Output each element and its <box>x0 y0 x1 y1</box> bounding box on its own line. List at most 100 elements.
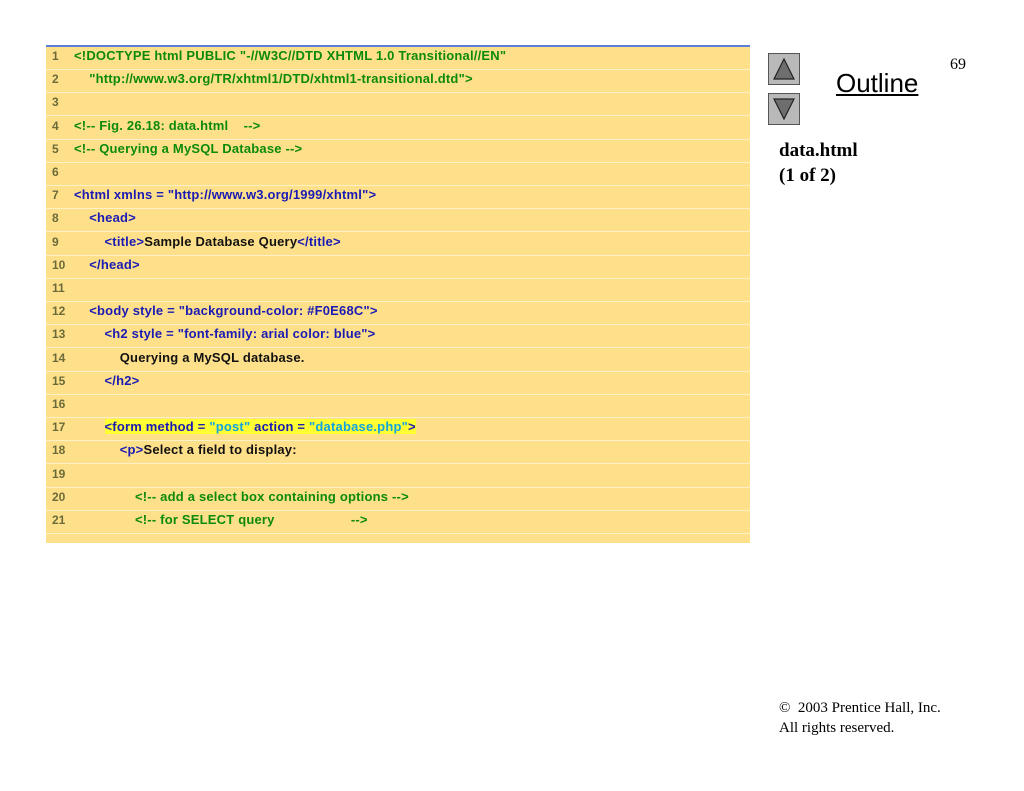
code-line: 11 <box>46 279 750 302</box>
code-token: <!-- add a select box containing options… <box>74 488 409 504</box>
code-line: 6 <box>46 163 750 186</box>
line-number: 1 <box>52 49 59 63</box>
code-line: 3 <box>46 93 750 117</box>
copyright-line-1: 2003 Prentice Hall, Inc. <box>797 700 941 716</box>
code-token: "background-color: #F0E68C" <box>178 303 370 319</box>
line-number: 20 <box>52 489 66 504</box>
code-line: 16 <box>46 395 750 418</box>
code-text: <!-- for SELECT query --> <box>74 512 368 527</box>
line-number: 14 <box>52 350 66 365</box>
code-token: <body style = <box>74 303 179 319</box>
code-text: Querying a MySQL database. <box>74 350 305 365</box>
code-text: <!-- add a select box containing options… <box>74 489 409 504</box>
code-token: <!-- for SELECT query --> <box>74 512 368 527</box>
code-text: <!-- Querying a MySQL Database --> <box>74 141 302 156</box>
code-line: 19 <box>46 465 750 488</box>
code-token: <h2 style = <box>74 326 178 342</box>
code-token: <!-- Querying a MySQL Database --> <box>74 140 303 156</box>
code-text: </head> <box>74 257 140 272</box>
code-text: <head> <box>74 210 136 225</box>
code-token: </title> <box>297 233 341 249</box>
code-text: "http://www.w3.org/TR/xhtml1/DTD/xhtml1-… <box>74 71 473 86</box>
code-line: 12 <body style = "background-color: #F0E… <box>46 302 750 326</box>
code-text: <html xmlns = "http://www.w3.org/1999/xh… <box>74 187 376 202</box>
triangle-up-icon <box>773 57 795 80</box>
copyright-notice: © 2003 Prentice Hall, Inc. All rights re… <box>779 698 941 738</box>
line-number: 5 <box>52 141 59 156</box>
line-number: 3 <box>52 95 59 110</box>
code-token: </head> <box>74 256 140 272</box>
code-line: 20 <!-- add a select box containing opti… <box>46 488 750 511</box>
code-line: 10 </head> <box>46 256 750 279</box>
code-text: <!-- Fig. 26.18: data.html --> <box>74 118 260 133</box>
code-token: "http://www.w3.org/TR/xhtml1/DTD/xhtml1-… <box>74 71 473 87</box>
next-slide-button[interactable] <box>768 93 800 125</box>
code-token: </h2> <box>74 372 140 388</box>
line-number: 16 <box>52 397 66 411</box>
line-number: 13 <box>52 327 66 342</box>
code-line: 5 <!-- Querying a MySQL Database --> <box>46 140 750 163</box>
code-token: > <box>367 326 376 342</box>
line-number: 10 <box>52 257 66 272</box>
copyright-line-2: All rights reserved. <box>779 720 895 736</box>
code-text: <body style = "background-color: #F0E68C… <box>74 303 378 318</box>
line-number: 17 <box>52 420 66 435</box>
code-token: Select a field to display: <box>143 442 297 458</box>
code-token: "http://www.w3.org/1999/xhtml" <box>167 187 369 203</box>
code-token: <!DOCTYPE html PUBLIC "-//W3C//DTD XHTML… <box>74 48 507 63</box>
code-token: Sample Database Query <box>144 233 298 249</box>
code-token: <html xmlns = <box>74 187 168 203</box>
outline-link[interactable]: Outline <box>836 68 918 99</box>
line-number: 4 <box>52 118 59 133</box>
code-line: 15 </h2> <box>46 372 750 395</box>
page-number: 69 <box>950 56 966 73</box>
code-token: <title> <box>74 233 145 249</box>
code-line: 14 Querying a MySQL database. <box>46 349 750 372</box>
code-line: 17 <form method = "post" action = "datab… <box>46 418 750 442</box>
code-line: 1 <!DOCTYPE html PUBLIC "-//W3C//DTD XHTM… <box>46 47 750 70</box>
line-number: 2 <box>52 72 59 87</box>
file-name-label: data.html <box>779 140 858 161</box>
copyright-symbol: © <box>779 700 791 716</box>
line-number: 9 <box>52 234 59 249</box>
code-line: 13 <h2 style = "font-family: arial color… <box>46 325 750 349</box>
code-token: > <box>407 419 416 435</box>
code-token: <form method = <box>104 419 210 435</box>
code-token: <p> <box>74 442 144 458</box>
code-line: 8 <head> <box>46 209 750 233</box>
line-number: 21 <box>52 513 66 527</box>
line-number: 19 <box>52 466 66 481</box>
code-text: <form method = "post" action = "database… <box>74 419 416 435</box>
code-text: <p>Select a field to display: <box>74 442 297 457</box>
line-number: 18 <box>52 443 66 458</box>
previous-slide-button[interactable] <box>768 53 800 85</box>
line-number: 12 <box>52 304 66 319</box>
code-text: <h2 style = "font-family: arial color: b… <box>74 326 375 341</box>
code-line: 18 <p>Select a field to display: <box>46 441 750 465</box>
line-number: 6 <box>52 165 59 179</box>
code-token: Querying a MySQL database. <box>74 349 305 365</box>
file-part-label: (1 of 2) <box>779 165 836 186</box>
code-line: 4 <!-- Fig. 26.18: data.html --> <box>46 117 750 140</box>
line-number: 7 <box>52 188 59 203</box>
code-token: <!-- Fig. 26.18: data.html --> <box>74 117 261 133</box>
code-token: <head> <box>74 210 136 226</box>
line-number: 15 <box>52 373 66 388</box>
code-token: "post" <box>209 419 251 435</box>
triangle-down-icon <box>773 98 795 121</box>
line-number: 11 <box>52 281 65 295</box>
line-number: 8 <box>52 211 59 226</box>
code-token: > <box>369 303 378 319</box>
code-text: </h2> <box>74 373 139 388</box>
code-token: > <box>368 187 377 203</box>
code-token: "font-family: arial color: blue" <box>177 326 368 342</box>
code-token: "database.php" <box>309 419 408 435</box>
code-listing: 1 <!DOCTYPE html PUBLIC "-//W3C//DTD XHTM… <box>46 45 750 543</box>
code-line: 9 <title>Sample Database Query</title> <box>46 233 750 256</box>
code-line: 2 "http://www.w3.org/TR/xhtml1/DTD/xhtml… <box>46 70 750 94</box>
code-text: <!DOCTYPE html PUBLIC "-//W3C//DTD XHTML… <box>74 48 506 63</box>
code-token: action = <box>250 419 310 435</box>
code-text: <title>Sample Database Query</title> <box>74 234 341 249</box>
code-line: 7 <html xmlns = "http://www.w3.org/1999/x… <box>46 186 750 210</box>
